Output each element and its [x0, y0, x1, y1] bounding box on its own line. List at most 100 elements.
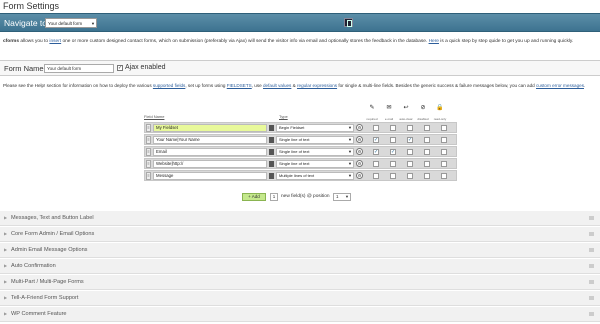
help-text-part: . [584, 83, 586, 88]
expand-arrow-icon: ▶ [4, 311, 8, 316]
field-type-select[interactable]: Single line of text ▼ [276, 160, 354, 168]
quick-guide-link[interactable]: Here [429, 39, 439, 44]
page-title: Form Settings [3, 1, 60, 11]
settings-section-header[interactable]: ▶ Multi-Part / Multi-Page Forms [0, 274, 600, 290]
chevron-down-icon: ▼ [348, 173, 352, 178]
field-type-select[interactable]: Single line of text ▼ [276, 136, 354, 144]
auto-clear-checkbox[interactable] [407, 125, 413, 131]
drag-handle-icon[interactable]: ≡ [146, 160, 151, 168]
field-name-input[interactable]: Website|http:// [153, 160, 267, 168]
read-only-icon: 🔒 [436, 105, 444, 111]
fieldsets-link[interactable]: FIELDSETS [227, 83, 252, 88]
field-name-input[interactable]: Email [153, 148, 267, 156]
drag-handle-icon[interactable]: ≡ [146, 172, 151, 180]
help-text-part: for single & multi-line fields. Besides … [337, 83, 536, 88]
read-only-checkbox[interactable] [441, 137, 447, 143]
default-values-link[interactable]: default values [263, 83, 291, 88]
ajax-enabled-checkbox[interactable]: ✓ [117, 65, 123, 71]
section-title: Auto Confirmation [11, 263, 56, 269]
email-checkbox[interactable] [390, 161, 396, 167]
read-only-checkbox[interactable] [441, 161, 447, 167]
form-select-dropdown[interactable]: Your default form ▼ [45, 18, 97, 28]
form-options-icon[interactable] [344, 18, 353, 27]
toggle-icon [589, 232, 594, 236]
field-settings-icon[interactable]: ⚙ [356, 124, 363, 131]
section-title: Admin Email Message Options [11, 247, 88, 253]
add-position-select[interactable]: 1 ▼ [333, 193, 351, 201]
disabled-checkbox[interactable] [424, 137, 430, 143]
add-position-value: 1 [336, 194, 339, 199]
settings-section-header[interactable]: ▶ Messages, Text and Button Label [0, 210, 600, 226]
field-type-select[interactable]: Single line of text ▼ [276, 148, 354, 156]
field-type-icon [269, 125, 274, 131]
field-settings-icon[interactable]: ⚙ [356, 148, 363, 155]
type-header: Type [279, 114, 288, 119]
chevron-down-icon: ▼ [91, 21, 95, 26]
add-count-input[interactable]: 1 [270, 193, 278, 201]
required-checkbox[interactable] [373, 161, 379, 167]
toggle-icon [589, 312, 594, 316]
drag-handle-icon[interactable]: ≡ [146, 136, 151, 144]
drag-handle-icon[interactable]: ≡ [146, 124, 151, 132]
auto-clear-checkbox[interactable] [407, 149, 413, 155]
field-name-input[interactable]: Message [153, 172, 267, 180]
custom-error-messages-link[interactable]: custom error messages [536, 83, 584, 88]
auto-clear-checkbox[interactable] [407, 173, 413, 179]
disabled-checkbox[interactable] [424, 125, 430, 131]
regular-expressions-link[interactable]: regular expressions [297, 83, 337, 88]
required-checkbox[interactable] [373, 173, 379, 179]
drag-handle-icon[interactable]: ≡ [146, 148, 151, 156]
required-checkbox[interactable]: ✓ [373, 137, 379, 143]
expand-arrow-icon: ▶ [4, 295, 8, 300]
field-name-input[interactable]: Your Name|Your Name [153, 136, 267, 144]
form-name-input[interactable]: Your default form [44, 64, 114, 73]
chevron-down-icon: ▼ [348, 137, 352, 142]
read-only-checkbox[interactable] [441, 149, 447, 155]
email-checkbox[interactable] [390, 173, 396, 179]
add-field-text: new field(s) @ position [281, 194, 330, 199]
field-type-icon [269, 161, 274, 167]
field-type-select[interactable]: Multiple lines of text ▼ [276, 172, 354, 180]
required-checkbox[interactable] [373, 125, 379, 131]
field-name-input[interactable]: My Fieldset [153, 124, 267, 132]
navigation-bar: Navigate to Your default form ▼ [0, 13, 600, 32]
email-checkbox[interactable] [390, 137, 396, 143]
settings-section-header[interactable]: ▶ Core Form Admin / Email Options [0, 226, 600, 242]
settings-section-header[interactable]: ▶ Auto Confirmation [0, 258, 600, 274]
table-row: ≡ My Fieldset Begin Fieldset ▼ ⚙ [144, 122, 457, 133]
expand-arrow-icon: ▶ [4, 263, 8, 268]
toggle-icon [589, 216, 594, 220]
help-text: Please see the Help! section for informa… [3, 82, 597, 89]
field-settings-icon[interactable]: ⚙ [356, 136, 363, 143]
disabled-checkbox[interactable] [424, 149, 430, 155]
read-only-checkbox[interactable] [441, 125, 447, 131]
settings-section-header[interactable]: ▶ Tell-A-Friend Form Support [0, 290, 600, 306]
required-checkbox[interactable]: ✓ [373, 149, 379, 155]
disabled-checkbox[interactable] [424, 173, 430, 179]
read-only-checkbox[interactable] [441, 173, 447, 179]
section-title: Tell-A-Friend Form Support [11, 295, 79, 301]
form-name-label: Form Name [4, 64, 44, 73]
help-text-part: , set up forms using [185, 83, 227, 88]
field-type-select[interactable]: Begin Fieldset ▼ [276, 124, 354, 132]
disabled-checkbox[interactable] [424, 161, 430, 167]
expand-arrow-icon: ▶ [4, 279, 8, 284]
disabled-icon: ⊘ [420, 105, 426, 111]
email-checkbox[interactable]: ✓ [390, 149, 396, 155]
auto-clear-checkbox[interactable]: ✓ [407, 137, 413, 143]
email-icon: ✉ [386, 105, 392, 111]
settings-section-header[interactable]: ▶ WP Comment Feature [0, 306, 600, 322]
field-settings-icon[interactable]: ⚙ [356, 160, 363, 167]
table-row: ≡ Website|http:// Single line of text ▼ ⚙ [144, 158, 457, 169]
brand-name: cforms [3, 39, 19, 44]
add-field-button[interactable]: + Add [242, 193, 266, 201]
insert-link[interactable]: insert [49, 39, 61, 44]
field-type-icon [269, 173, 274, 179]
toggle-icon [589, 280, 594, 284]
auto-clear-checkbox[interactable] [407, 161, 413, 167]
intro-text-part: one or more custom designed contact form… [61, 39, 429, 44]
email-checkbox[interactable] [390, 125, 396, 131]
supported-fields-link[interactable]: supported fields [153, 83, 185, 88]
field-settings-icon[interactable]: ⚙ [356, 172, 363, 179]
settings-section-header[interactable]: ▶ Admin Email Message Options [0, 242, 600, 258]
